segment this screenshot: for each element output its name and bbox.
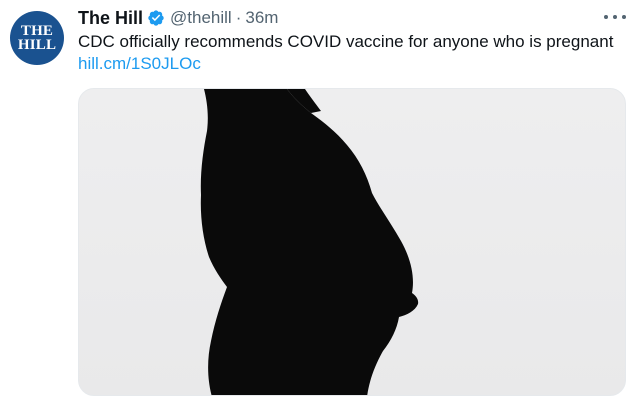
tweet-card[interactable]: THE HILL The Hill @thehill · 36m CDC off…	[0, 0, 640, 405]
handle[interactable]: @thehill	[170, 8, 232, 28]
tweet-link[interactable]: hill.cm/1S0JLOc	[78, 53, 201, 75]
more-options-icon[interactable]	[604, 10, 626, 24]
avatar-text-bottom: HILL	[17, 37, 57, 53]
tweet-media-image[interactable]	[78, 88, 626, 396]
tweet-text: CDC officially recommends COVID vaccine …	[78, 32, 614, 51]
avatar-text-top: THE	[20, 23, 54, 39]
timestamp[interactable]: 36m	[245, 8, 278, 28]
verified-badge-icon	[148, 10, 164, 26]
pregnant-silhouette-image	[200, 89, 419, 395]
display-name[interactable]: The Hill	[78, 8, 143, 29]
avatar[interactable]: THE HILL	[10, 11, 64, 65]
tweet-header: The Hill @thehill · 36m	[78, 6, 278, 30]
separator-dot: ·	[235, 8, 242, 27]
